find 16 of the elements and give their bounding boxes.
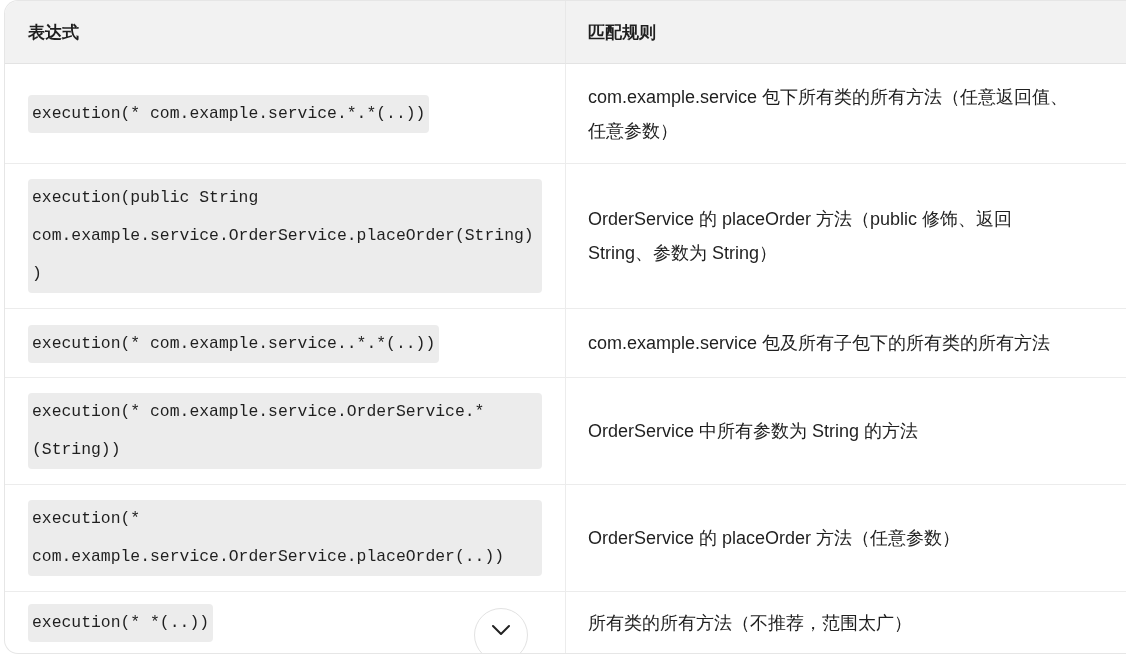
match-rule-text: OrderService 中所有参数为 String 的方法 xyxy=(588,420,919,443)
scroll-down-button[interactable] xyxy=(474,608,528,653)
chevron-down-icon xyxy=(491,624,511,636)
match-rule-text: com.example.service 包下所有类的所有方法（任意返回值、任意参数） xyxy=(588,85,1070,143)
code-expression: execution(* com.example.service.*.*(..)) xyxy=(28,95,430,133)
code-expression: execution(* *(..)) xyxy=(28,604,214,642)
column-header: 表达式 xyxy=(5,1,566,64)
match-rule-text: com.example.service 包及所有子包下的所有类的所有方法 xyxy=(588,332,1051,355)
code-expression: execution(public String com.example.service.OrderService.placeOrder(String)) xyxy=(28,179,542,293)
column-header: 匹配规则 xyxy=(566,1,1126,64)
match-rule-text: 所有类的所有方法（不推荐，范围太广） xyxy=(588,611,912,635)
code-expression: execution(* com.example.service..*.*(..)) xyxy=(28,324,440,363)
match-rule-text: OrderService 的 placeOrder 方法（public 修饰、返回 String、参数为 String） xyxy=(588,208,1014,265)
code-expression: execution(* com.example.service.OrderService.*(String)) xyxy=(28,393,542,469)
match-rule-text: OrderService 的 placeOrder 方法（任意参数） xyxy=(588,527,961,550)
code-expression: execution(* com.example.service.OrderService.placeOrder(..)) xyxy=(28,500,542,576)
